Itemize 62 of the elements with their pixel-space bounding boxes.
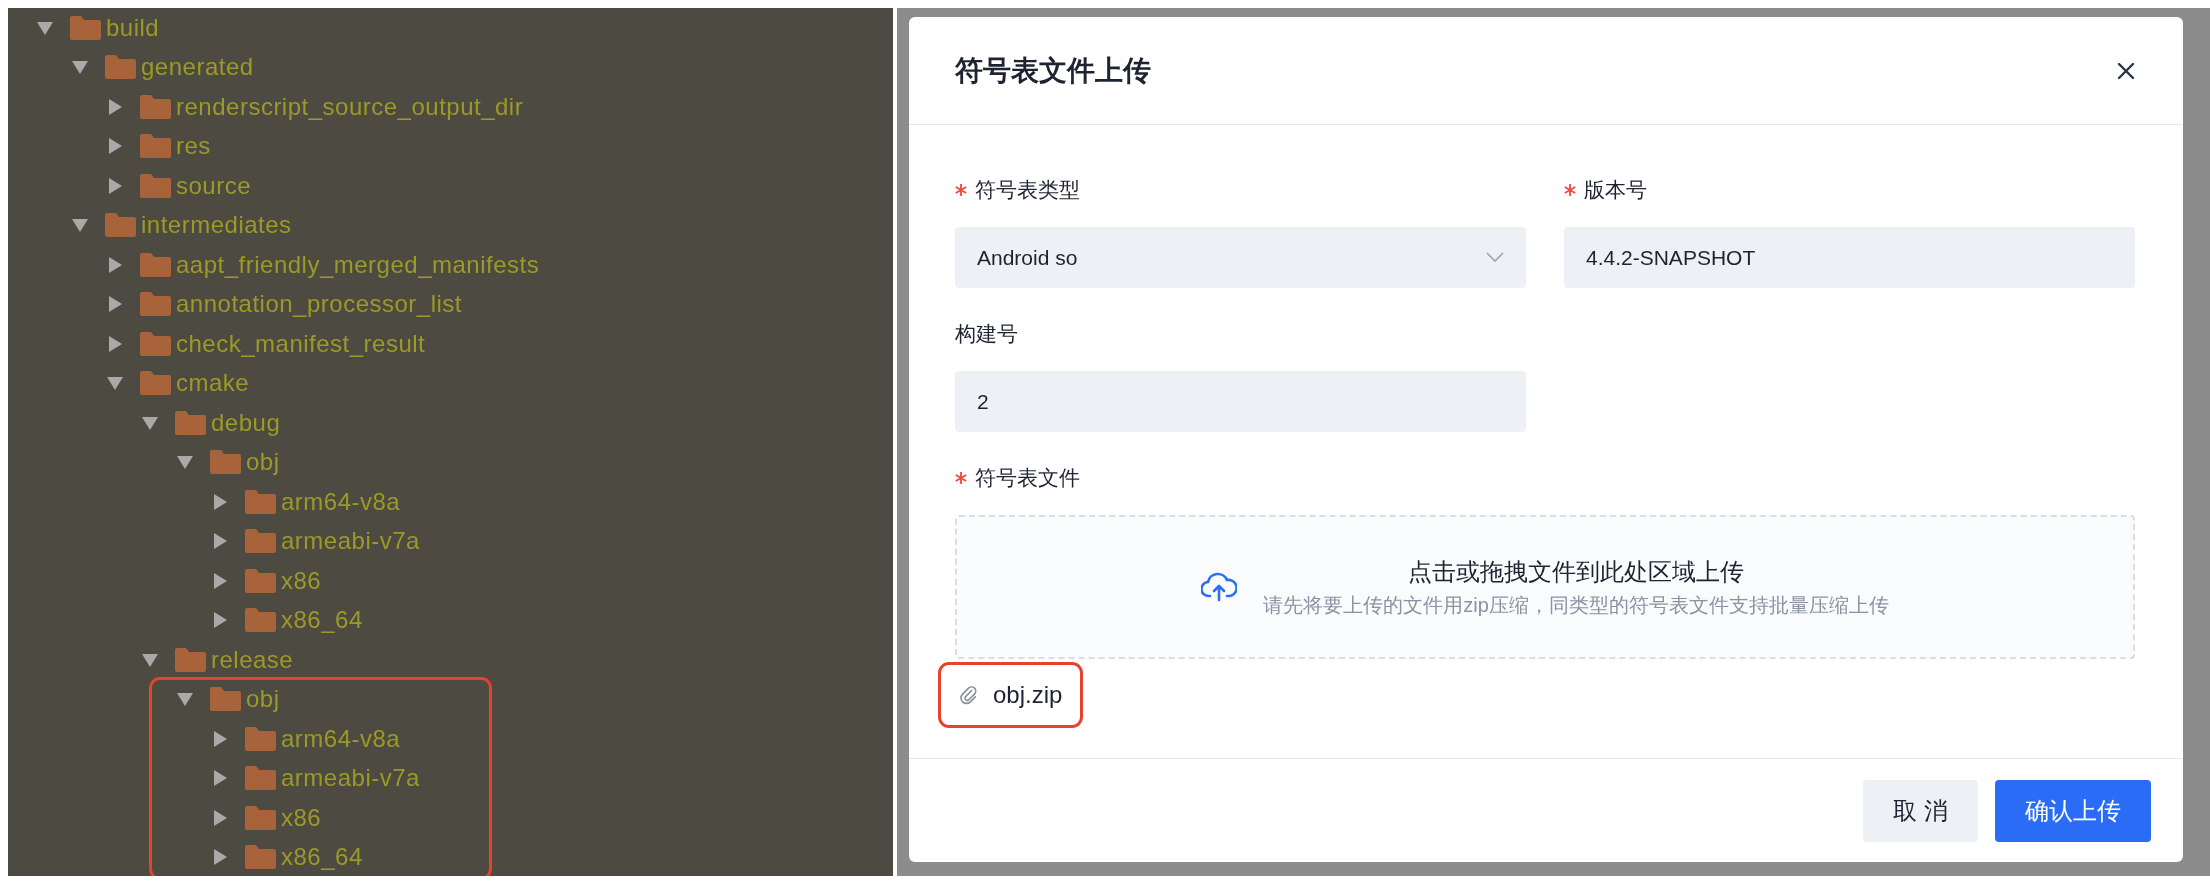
folder-icon bbox=[245, 766, 276, 791]
folder-icon bbox=[245, 489, 276, 514]
upload-title: 点击或拖拽文件到此处区域上传 bbox=[1407, 557, 1745, 587]
folder-icon bbox=[175, 647, 206, 672]
folder-name[interactable]: release bbox=[211, 641, 294, 678]
input-field[interactable]: 4.4.2-SNAPSHOT bbox=[1564, 227, 2135, 288]
folder-icon bbox=[245, 726, 276, 751]
folder-icon bbox=[245, 529, 276, 554]
folder-name[interactable]: obj bbox=[246, 681, 280, 718]
folder-name[interactable]: x86_64 bbox=[281, 602, 363, 639]
folder-name[interactable]: arm64-v8a bbox=[281, 720, 401, 757]
folder-icon bbox=[140, 371, 171, 396]
cancel-button[interactable]: 取 消 bbox=[1863, 779, 1978, 842]
folder-icon bbox=[210, 450, 241, 475]
chevron-down-icon bbox=[1486, 252, 1504, 263]
folder-name[interactable]: armeabi-v7a bbox=[281, 523, 420, 560]
folder-name[interactable]: x86 bbox=[281, 562, 322, 599]
folder-icon bbox=[140, 134, 171, 159]
folder-name[interactable]: obj bbox=[246, 444, 280, 481]
folder-icon bbox=[175, 410, 206, 435]
folder-icon bbox=[210, 687, 241, 712]
folder-name[interactable]: armeabi-v7a bbox=[281, 760, 420, 797]
input-field[interactable]: 2 bbox=[955, 371, 1526, 432]
folder-icon bbox=[140, 173, 171, 198]
folder-name[interactable]: annotation_processor_list bbox=[176, 286, 462, 323]
folder-name[interactable]: source bbox=[176, 167, 252, 204]
upload-cloud-icon bbox=[1201, 571, 1238, 603]
folder-name[interactable]: renderscript_source_output_dir bbox=[176, 88, 524, 125]
folder-name[interactable]: res bbox=[176, 128, 211, 165]
folder-icon bbox=[140, 292, 171, 317]
attached-file[interactable]: obj.zip bbox=[941, 665, 1081, 725]
folder-icon bbox=[245, 805, 276, 830]
folder-icon bbox=[105, 213, 136, 238]
folder-name[interactable]: generated bbox=[141, 49, 254, 86]
field-label: 版本号 bbox=[1584, 177, 1647, 204]
field-label: 构建号 bbox=[955, 321, 1018, 348]
upload-dropzone[interactable]: 点击或拖拽文件到此处区域上传 请先将要上传的文件用zip压缩，同类型的符号表文件支持批量压缩上传 bbox=[955, 515, 2135, 659]
folder-icon bbox=[140, 331, 171, 356]
folder-name[interactable]: x86_64 bbox=[281, 839, 363, 876]
folder-icon bbox=[245, 568, 276, 593]
folder-name[interactable]: arm64-v8a bbox=[281, 483, 401, 520]
folder-icon bbox=[105, 55, 136, 80]
paperclip-icon bbox=[959, 684, 979, 706]
folder-name[interactable]: x86 bbox=[281, 799, 322, 836]
confirm-button[interactable]: 确认上传 bbox=[1995, 779, 2151, 842]
folder-icon bbox=[245, 845, 276, 870]
upload-hint: 请先将要上传的文件用zip压缩，同类型的符号表文件支持批量压缩上传 bbox=[1263, 593, 1889, 618]
close-icon[interactable] bbox=[2117, 61, 2135, 80]
folder-icon bbox=[70, 15, 101, 40]
select-field[interactable]: Android so bbox=[955, 227, 1526, 288]
field-label: 符号表文件 bbox=[975, 465, 1080, 492]
folder-name[interactable]: debug bbox=[211, 404, 281, 441]
folder-icon bbox=[245, 608, 276, 633]
folder-icon bbox=[140, 94, 171, 119]
folder-icon bbox=[140, 252, 171, 277]
field-label: 符号表类型 bbox=[975, 177, 1080, 204]
folder-name[interactable]: intermediates bbox=[141, 207, 292, 244]
folder-name[interactable]: aapt_friendly_merged_manifests bbox=[176, 246, 540, 283]
folder-name[interactable]: build bbox=[106, 9, 160, 46]
dialog-title: 符号表文件上传 bbox=[955, 53, 1151, 88]
folder-name[interactable]: check_manifest_result bbox=[176, 325, 426, 362]
folder-name[interactable]: cmake bbox=[176, 365, 250, 402]
